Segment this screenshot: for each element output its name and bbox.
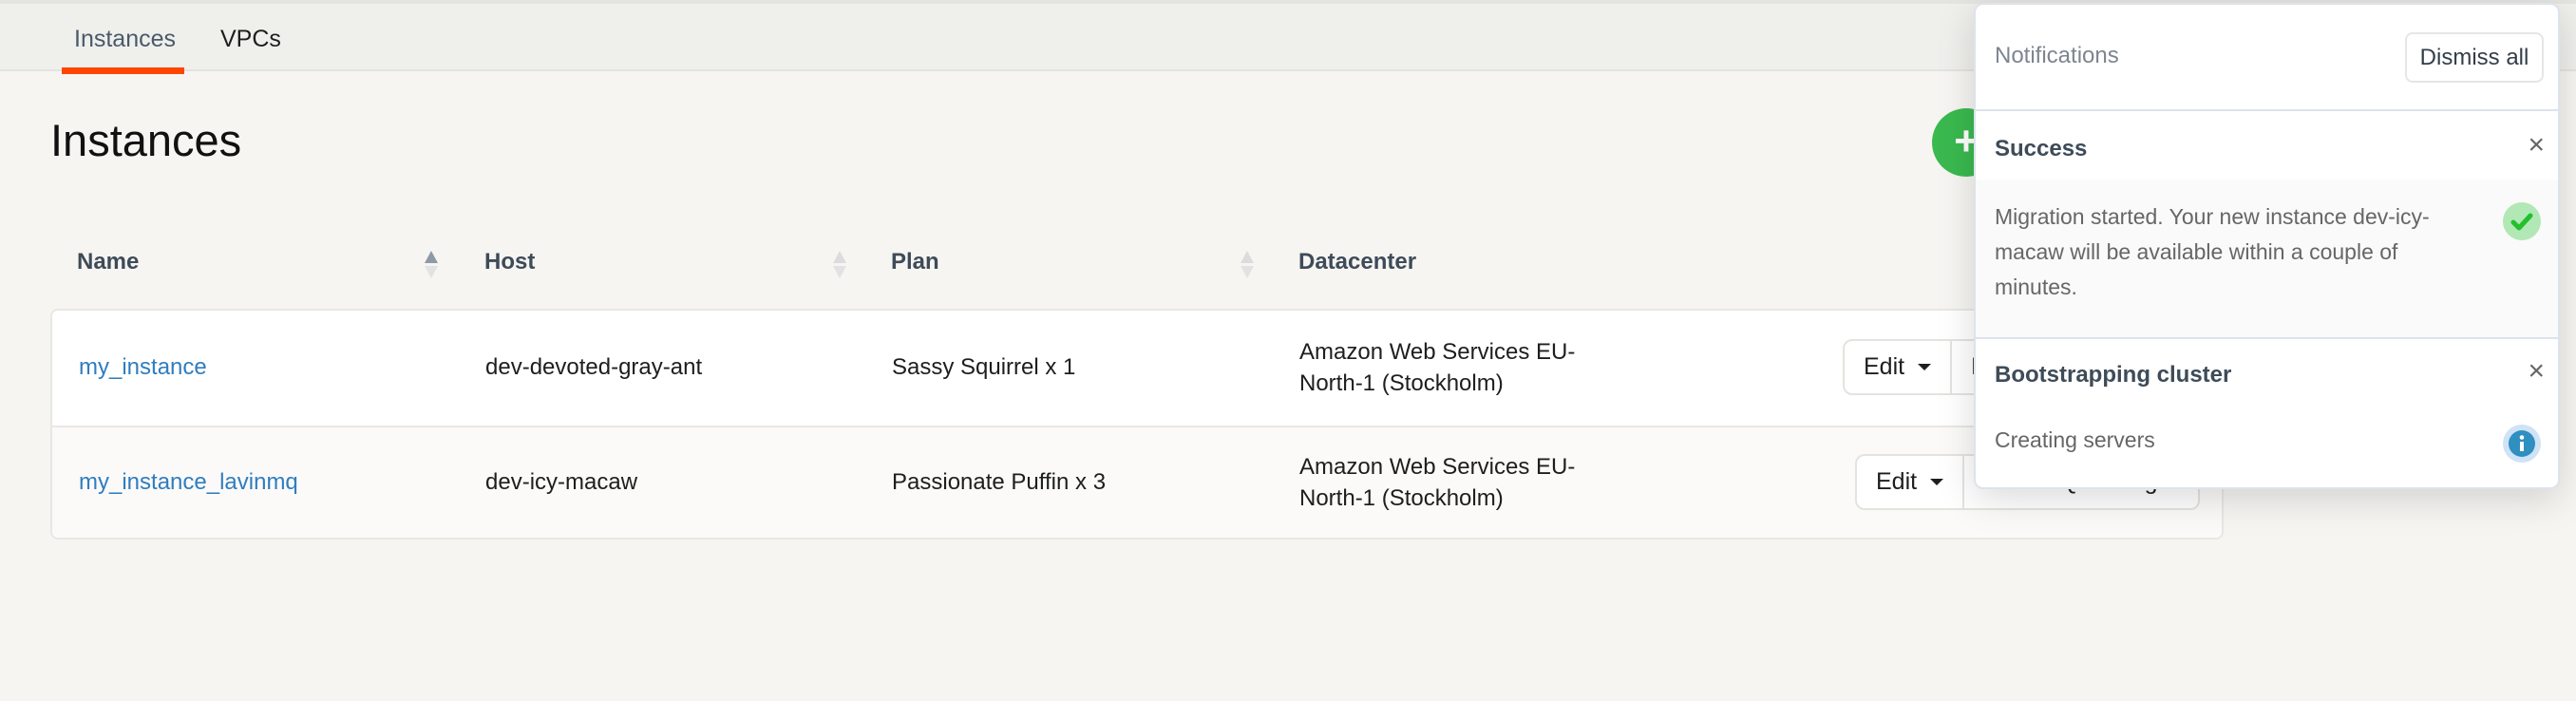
notification-title: Bootstrapping cluster xyxy=(1995,362,2232,388)
instance-host: dev-devoted-gray-ant xyxy=(485,354,703,380)
edit-label: Edit xyxy=(1864,353,1905,380)
instance-plan: Sassy Squirrel x 1 xyxy=(892,354,1076,380)
instance-plan: Passionate Puffin x 3 xyxy=(892,469,1107,495)
sort-name-icon[interactable] xyxy=(425,251,438,279)
notification-message: Creating servers xyxy=(1995,427,2155,452)
notification-header: Bootstrapping cluster × xyxy=(1976,341,2558,407)
check-icon xyxy=(2503,202,2541,240)
instance-datacenter: Amazon Web Services EU-North-1 (Stockhol… xyxy=(1299,339,1576,396)
close-icon[interactable]: × xyxy=(2528,131,2545,160)
sort-host-icon[interactable] xyxy=(833,251,846,279)
notification-body: Migration started. Your new instance dev… xyxy=(1976,180,2558,337)
close-icon[interactable]: × xyxy=(2528,357,2545,386)
tab-instances[interactable]: Instances xyxy=(74,4,176,71)
notification-body: Creating servers xyxy=(1976,407,2558,487)
column-header-host[interactable]: Host xyxy=(484,249,535,275)
caret-down-icon xyxy=(1918,364,1932,370)
instance-datacenter: Amazon Web Services EU-North-1 (Stockhol… xyxy=(1299,454,1576,511)
notifications-panel: Notifications Dismiss all Success × Migr… xyxy=(1974,3,2560,489)
page-title: Instances xyxy=(50,115,242,165)
edit-dropdown-button[interactable]: Edit xyxy=(1845,341,1950,393)
column-header-plan[interactable]: Plan xyxy=(891,249,939,275)
instances-table: my_instance dev-devoted-gray-ant Sassy S… xyxy=(50,309,2224,540)
active-tab-indicator xyxy=(62,67,184,74)
table-row: my_instance dev-devoted-gray-ant Sassy S… xyxy=(52,311,2222,425)
edit-label: Edit xyxy=(1876,468,1918,495)
dismiss-all-button[interactable]: Dismiss all xyxy=(2405,32,2544,83)
info-icon xyxy=(2503,425,2541,463)
column-header-name[interactable]: Name xyxy=(77,249,139,275)
notifications-title: Notifications xyxy=(1995,43,2119,68)
sort-plan-icon[interactable] xyxy=(1241,251,1254,279)
instance-name-link[interactable]: my_instance xyxy=(79,351,207,383)
instance-name-link[interactable]: my_instance_lavinmq xyxy=(79,466,298,498)
divider xyxy=(1976,109,2558,111)
notification-message: Migration started. Your new instance dev… xyxy=(1995,204,2430,299)
divider xyxy=(1976,337,2558,339)
instance-host: dev-icy-macaw xyxy=(485,469,638,495)
column-header-datacenter: Datacenter xyxy=(1298,249,1417,275)
notification-header: Success × xyxy=(1976,115,2558,181)
edit-dropdown-button[interactable]: Edit xyxy=(1857,456,1962,508)
caret-down-icon xyxy=(1930,479,1944,485)
table-row: my_instance_lavinmq dev-icy-macaw Passio… xyxy=(52,426,2222,538)
tab-vpcs[interactable]: VPCs xyxy=(220,4,281,71)
notification-title: Success xyxy=(1995,136,2088,161)
